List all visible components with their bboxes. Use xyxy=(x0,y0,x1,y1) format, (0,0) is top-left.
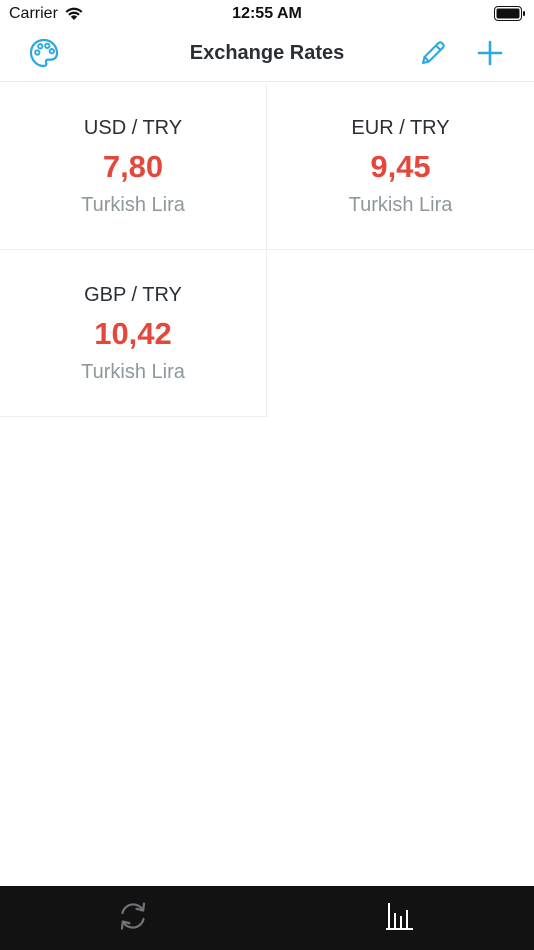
currency-pair-label: EUR / TRY xyxy=(351,117,450,139)
rate-value: 9,45 xyxy=(370,149,431,184)
rate-value: 10,42 xyxy=(94,316,172,351)
status-bar: Carrier 12:55 AM xyxy=(0,0,534,28)
currency-pair-label: GBP / TRY xyxy=(84,284,182,306)
edit-button[interactable] xyxy=(416,38,450,72)
rate-card-usd-try[interactable]: USD / TRY 7,80 Turkish Lira xyxy=(0,83,267,250)
rate-card-gbp-try[interactable]: GBP / TRY 10,42 Turkish Lira xyxy=(0,250,267,417)
currency-name-label: Turkish Lira xyxy=(348,194,453,216)
add-button[interactable] xyxy=(473,38,507,72)
page-title: Exchange Rates xyxy=(189,42,345,64)
tab-bar xyxy=(0,886,534,950)
currency-name-label: Turkish Lira xyxy=(81,194,185,216)
chart-button[interactable] xyxy=(379,898,419,938)
rate-value: 7,80 xyxy=(102,149,164,184)
navigation-bar: Exchange Rates xyxy=(0,28,534,82)
status-time: 12:55 AM xyxy=(232,5,302,22)
battery-icon xyxy=(494,6,526,21)
bar-chart-icon xyxy=(382,899,416,938)
rate-card-eur-try[interactable]: EUR / TRY 9,45 Turkish Lira xyxy=(267,83,534,250)
pencil-icon xyxy=(419,39,447,72)
plus-icon xyxy=(476,39,504,72)
refresh-button[interactable] xyxy=(113,898,153,938)
currency-pair-label: USD / TRY xyxy=(83,117,183,139)
refresh-icon xyxy=(115,898,151,939)
currency-name-label: Turkish Lira xyxy=(81,361,185,383)
